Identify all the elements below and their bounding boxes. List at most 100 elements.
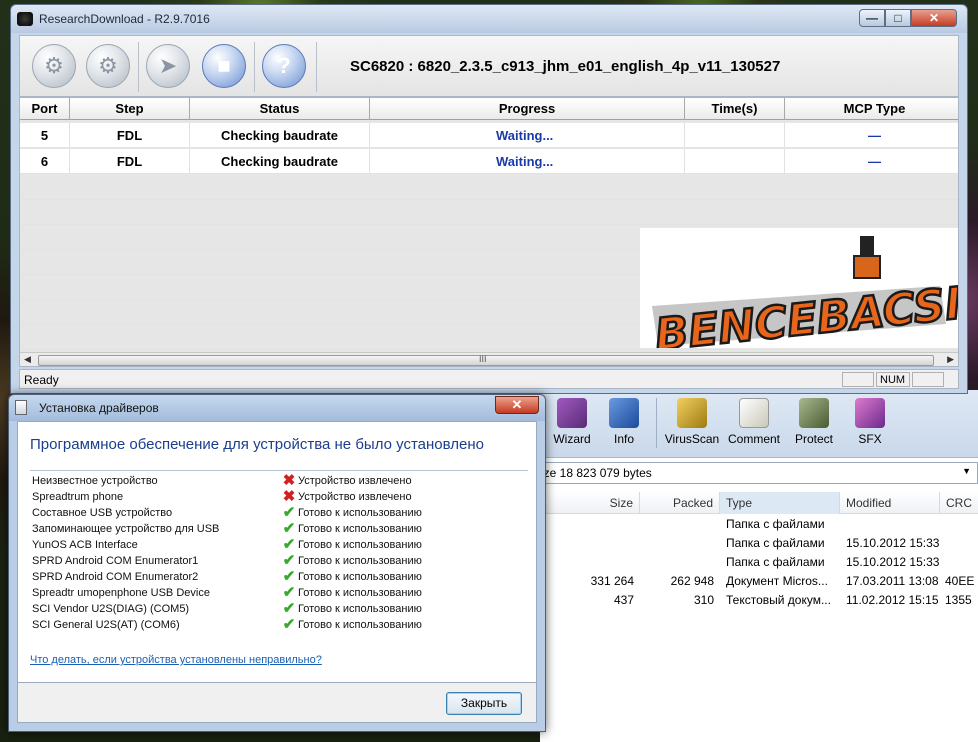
stop-icon: ■ [217,53,231,78]
device-name: SPRD Android COM Enumerator1 [32,555,199,567]
wizard-label: Wizard [553,432,591,446]
col-crc[interactable]: CRC [940,492,978,514]
check-icon: ✔ [282,552,296,569]
check-icon: ✔ [282,504,296,521]
virusscan-button[interactable]: VirusScan [662,396,722,452]
col-status[interactable]: Status [190,98,370,120]
scroll-right-icon[interactable]: ▶ [947,354,954,365]
device-row: Запоминающее устройство для USB ✔ Готово к… [32,520,532,538]
empty-row [20,175,958,200]
col-step[interactable]: Step [70,98,190,120]
col-port[interactable]: Port [20,98,70,120]
maximize-button[interactable]: □ [885,9,911,27]
archive-toolbar: Wizard Info VirusScan Comment Protect SF… [540,390,978,458]
col-packed[interactable]: Packed [640,492,720,514]
device-status: Готово к использованию [298,571,422,583]
sfx-button[interactable]: SFX [840,396,900,452]
device-name: SCI Vendor U2S(DIAG) (COM5) [32,603,190,615]
chevron-down-icon[interactable]: ▼ [962,466,971,476]
col-progress[interactable]: Progress [370,98,685,120]
scroll-thumb[interactable]: III [38,354,934,366]
troubleshoot-link[interactable]: Что делать, если устройства установлены … [30,654,322,666]
num-lock-indicator: NUM [876,372,910,387]
device-name: Spreadtrum phone [32,491,124,503]
dialog-content: Программное обеспечение для устройства н… [17,421,537,683]
device-name: Составное USB устройство [32,507,173,519]
list-item[interactable]: 437 310 Текстовый докум... 11.02.2012 15… [540,591,978,610]
device-row: SPRD Android COM Enumerator2 ✔ Готово к ис… [32,568,532,586]
col-size[interactable]: Size [540,492,640,514]
cell-size: 331 264 [590,574,634,588]
list-item[interactable]: Папка с файлами [540,515,978,534]
list-item[interactable]: Папка с файлами 15.10.2012 15:33 [540,534,978,553]
close-dialog-button[interactable]: Закрыть [446,692,522,715]
info-button[interactable]: Info [594,396,654,452]
cell-modified: 15.10.2012 15:33 [846,555,940,569]
cell-status: Checking baudrate [190,123,370,148]
load-packet-button[interactable]: ⚙ [32,44,76,88]
device-row: YunOS ACB Interface ✔ Готово к использован… [32,537,532,554]
toolbar-divider [656,398,657,448]
logo-graphic: BENCEBACSI [651,236,958,362]
cell-port: 5 [20,123,70,148]
list-item[interactable]: 331 264 262 948 Документ Micros... 17.03… [540,572,978,591]
table-row[interactable]: 5 FDL Checking baudrate Waiting... — [20,123,958,148]
archive-size-text: ize 18 823 079 bytes [541,466,652,480]
col-mcp-type[interactable]: MCP Type [785,98,958,120]
cell-crc: 40EE [945,574,975,588]
gears-icon: ⚙ [98,53,118,78]
list-item[interactable]: Папка с файлами 15.10.2012 15:33 [540,553,978,572]
col-time[interactable]: Time(s) [685,98,785,120]
device-status: Готово к использованию [298,603,422,615]
device-row: Spreadtrum phone ✖ Устройство извлечено [32,489,532,506]
help-button[interactable]: ? [262,44,306,88]
virusscan-label: VirusScan [664,432,720,446]
close-button[interactable]: ✕ [911,9,957,27]
play-arrow-icon: ➤ [158,53,178,78]
device-row: SCI Vendor U2S(DIAG) (COM5) ✔ Готово к исп… [32,601,532,618]
cell-progress: Waiting... [370,123,685,148]
start-download-button[interactable]: ➤ [146,44,190,88]
protect-button[interactable]: Protect [784,396,844,452]
device-status: Готово к использованию [298,619,422,631]
virusscan-icon [677,398,707,428]
cell-mcp-type: — [785,123,958,148]
watermark-logo: BENCEBACSI [640,228,958,362]
divider [30,470,528,471]
table-row[interactable]: 6 FDL Checking baudrate Waiting... — [20,149,958,174]
window-titlebar[interactable]: ResearchDownload - R2.9.7016 — □ ✕ [11,5,967,33]
cell-time [685,149,785,174]
check-icon: ✔ [282,568,296,585]
device-status: Готово к использованию [298,555,422,567]
cell-type: Текстовый докум... [726,593,831,607]
archive-column-header: Size Packed Type Modified CRC [540,492,978,514]
archive-info-bar[interactable]: ize 18 823 079 bytes ▼ [540,462,978,484]
device-row: SCI General U2S(AT) (COM6) ✔ Готово к испо… [32,617,532,634]
toolbar-divider [254,42,255,92]
status-bar: Ready NUM [19,369,959,389]
cell-mcp-type: — [785,149,958,174]
device-name: SPRD Android COM Enumerator2 [32,571,199,583]
gear-icon: ⚙ [44,53,64,78]
horizontal-scrollbar[interactable]: ◀ III ▶ [20,352,958,366]
dialog-close-button[interactable]: ✕ [495,396,539,414]
wizard-button[interactable]: Wizard [542,396,602,452]
stop-download-button[interactable]: ■ [202,44,246,88]
sfx-label: SFX [858,432,882,446]
dialog-titlebar[interactable]: Установка драйверов ✕ [9,395,545,421]
comment-button[interactable]: Comment [724,396,784,452]
settings-button[interactable]: ⚙ [86,44,130,88]
col-modified[interactable]: Modified [840,492,940,514]
archive-window: Wizard Info VirusScan Comment Protect SF… [540,390,978,742]
cell-port: 6 [20,149,70,174]
minimize-button[interactable]: — [859,9,885,27]
check-icon: ✔ [282,520,296,537]
scroll-left-icon[interactable]: ◀ [24,354,31,365]
device-status: Готово к использованию [298,587,422,599]
window-title: ResearchDownload - R2.9.7016 [39,12,210,26]
device-row: SPRD Android COM Enumerator1 ✔ Готово к ис… [32,552,532,570]
cell-type: Папка с файлами [726,517,825,531]
col-type[interactable]: Type [720,492,840,514]
cell-size: 437 [613,593,634,607]
check-icon: ✔ [282,584,296,601]
